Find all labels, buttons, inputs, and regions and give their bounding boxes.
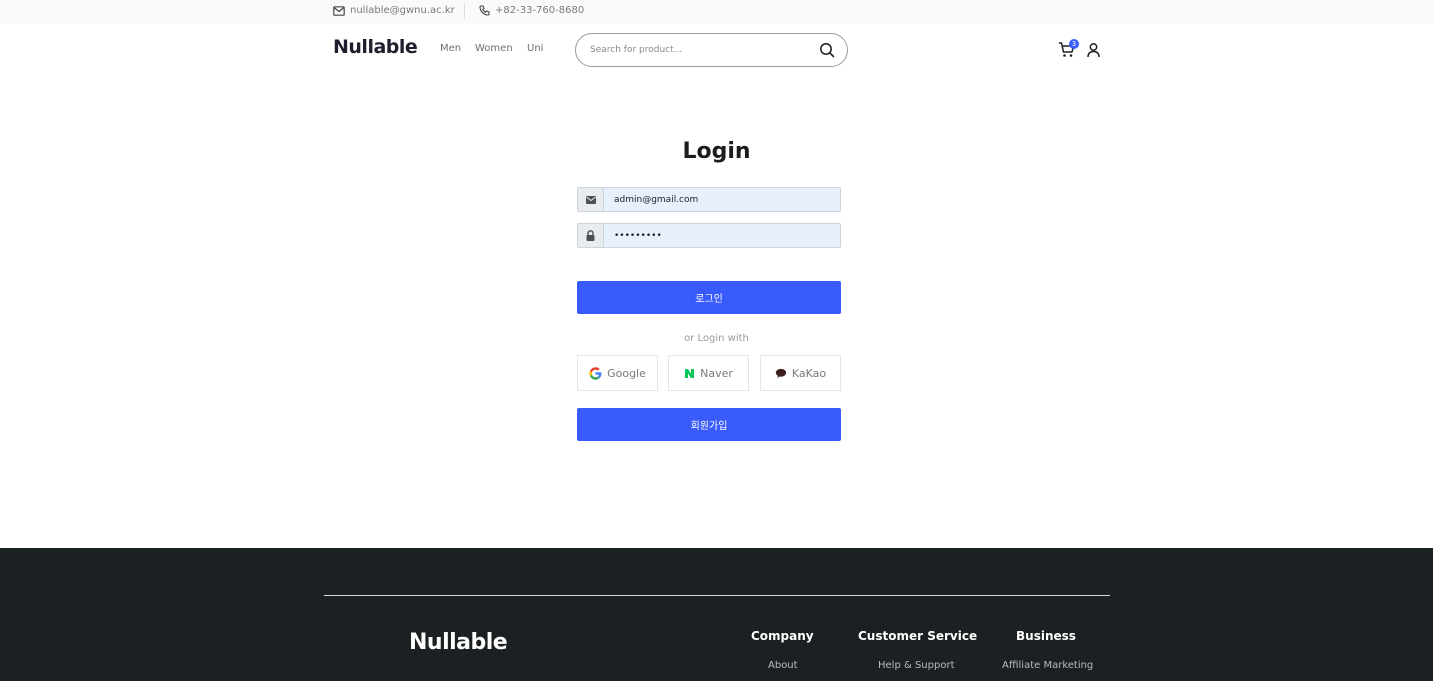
email-text: nullable@gwnu.ac.kr [350,5,455,16]
email-field-group [577,187,841,212]
login-button[interactable]: 로그인 [577,281,841,314]
envelope-icon [585,195,596,204]
mail-icon [333,5,345,16]
footer-link-about[interactable]: About [768,660,798,671]
google-icon [589,366,602,380]
search-input[interactable] [590,42,810,58]
email-input[interactable] [614,192,834,207]
naver-icon [685,368,695,378]
nav-men[interactable]: Men [440,43,461,54]
footer-logo[interactable]: Nullable [409,630,508,655]
naver-login-button[interactable]: Naver [668,355,749,391]
phone-text: +82-33-760-8680 [495,5,585,16]
signup-button[interactable]: 회원가입 [577,408,841,441]
kakao-label: KaKao [791,366,827,380]
footer-divider [324,595,1110,596]
google-label: Google [607,366,646,380]
or-login-with-text: or Login with [684,333,749,344]
top-contact-bar: nullable@gwnu.ac.kr +82-33-760-8680 [0,0,1433,24]
site-footer: Nullable Company About Customer Service … [0,548,1433,681]
footer-company-title: Company [751,629,814,643]
footer-customer-service-title: Customer Service [858,629,978,643]
phone-contact[interactable]: +82-33-760-8680 [479,5,584,16]
email-contact[interactable]: nullable@gwnu.ac.kr [333,5,455,16]
nav-women[interactable]: Women [475,43,513,54]
password-field-group [577,223,841,248]
kakao-login-button[interactable]: KaKao [760,355,841,391]
search-icon[interactable] [819,42,835,58]
lock-icon [586,230,595,241]
footer-link-affiliate-marketing[interactable]: Affiliate Marketing [1002,660,1093,671]
site-logo[interactable]: Nullable [333,36,418,58]
password-input[interactable] [614,228,834,243]
password-addon [578,224,604,247]
nav-uni[interactable]: Uni [527,43,543,54]
naver-label: Naver [700,366,733,380]
email-addon [578,188,604,211]
phone-icon [479,5,490,16]
google-login-button[interactable]: Google [577,355,658,391]
footer-business-title: Business [1016,629,1076,643]
topbar-divider [464,4,465,19]
user-icon[interactable] [1086,42,1101,58]
footer-link-help-support[interactable]: Help & Support [878,660,954,671]
cart-count-badge: 3 [1069,39,1079,49]
kakao-icon [775,368,787,378]
search-box [575,33,848,67]
login-title: Login [682,139,751,164]
